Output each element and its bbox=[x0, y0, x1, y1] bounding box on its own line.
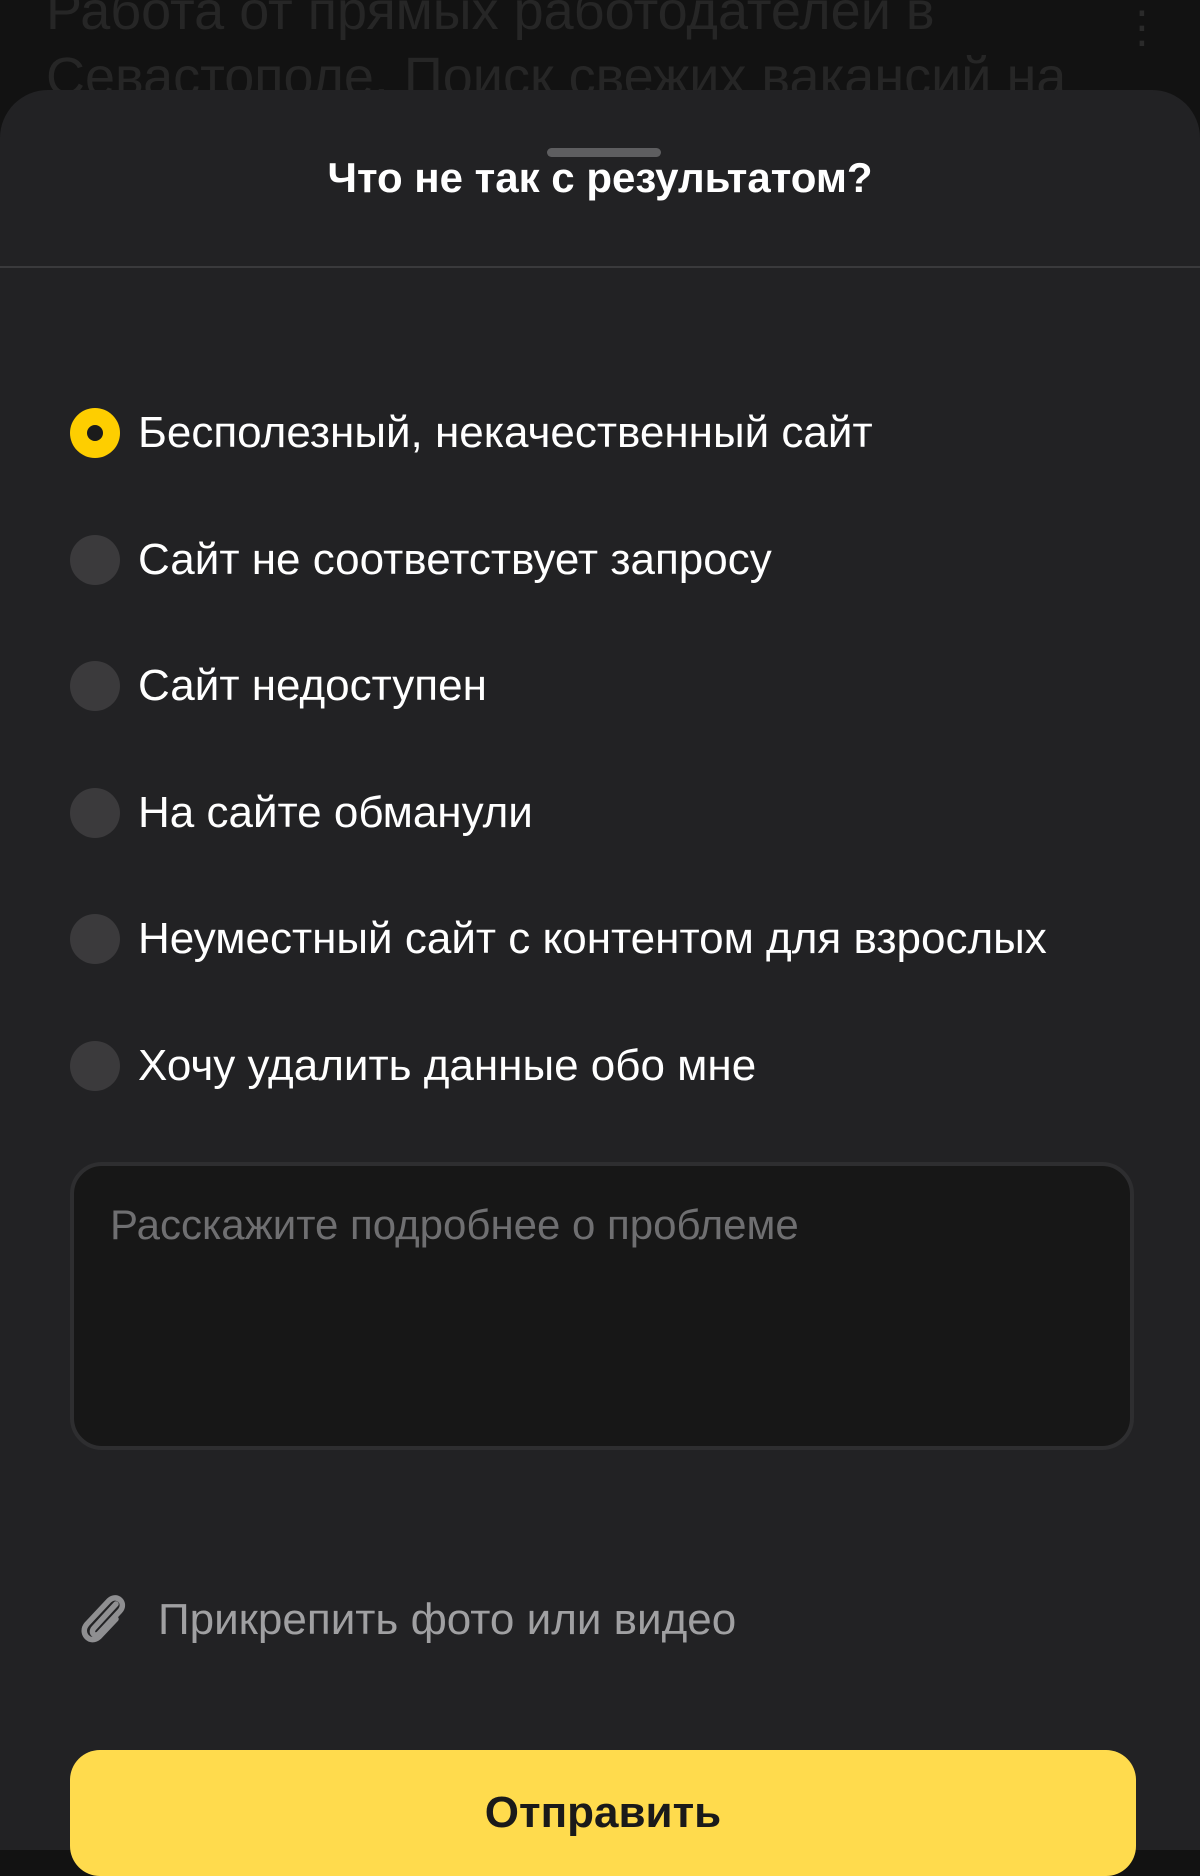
radio-button[interactable] bbox=[70, 787, 120, 838]
reason-option-label: Неуместный сайт с контентом для взрослых bbox=[138, 914, 1047, 964]
header-divider bbox=[0, 266, 1200, 268]
attach-media-label: Прикрепить фото или видео bbox=[158, 1595, 737, 1644]
paperclip-icon bbox=[81, 1595, 126, 1643]
reason-option-fraud[interactable]: На сайте обманули bbox=[70, 750, 1150, 877]
reason-option-label: Сайт недоступен bbox=[138, 661, 487, 711]
reason-option-label: Сайт не соответствует запросу bbox=[138, 534, 772, 584]
more-vertical-icon: ⋮ bbox=[1120, 3, 1164, 52]
reason-option-label: Хочу удалить данные обо мне bbox=[138, 1040, 757, 1090]
reason-option-label: Бесполезный, некачественный сайт bbox=[138, 408, 873, 458]
radio-button[interactable] bbox=[70, 1040, 120, 1091]
reason-option-adult-content[interactable]: Неуместный сайт с контентом для взрослых bbox=[70, 876, 1150, 1003]
feedback-bottom-sheet: Что не так с результатом? Бесполезный, н… bbox=[0, 90, 1200, 1876]
reason-options-list: Бесполезный, некачественный сайт Сайт не… bbox=[70, 370, 1150, 1129]
radio-button-selected[interactable] bbox=[70, 408, 120, 459]
details-field-container bbox=[70, 1162, 1134, 1450]
radio-button[interactable] bbox=[70, 534, 120, 585]
attach-media-button[interactable]: Прикрепить фото или видео bbox=[76, 1590, 736, 1650]
reason-option-remove-my-data[interactable]: Хочу удалить данные обо мне bbox=[70, 1003, 1150, 1130]
reason-option-useless-site[interactable]: Бесполезный, некачественный сайт bbox=[70, 370, 1150, 497]
reason-option-unavailable[interactable]: Сайт недоступен bbox=[70, 623, 1150, 750]
details-textarea[interactable] bbox=[74, 1166, 1130, 1446]
sheet-title: Что не так с результатом? bbox=[327, 154, 873, 201]
radio-button[interactable] bbox=[70, 914, 120, 965]
reason-option-not-relevant[interactable]: Сайт не соответствует запросу bbox=[70, 497, 1150, 624]
radio-button[interactable] bbox=[70, 661, 120, 712]
reason-option-label: На сайте обманули bbox=[138, 787, 533, 837]
submit-button[interactable]: Отправить bbox=[70, 1750, 1136, 1876]
